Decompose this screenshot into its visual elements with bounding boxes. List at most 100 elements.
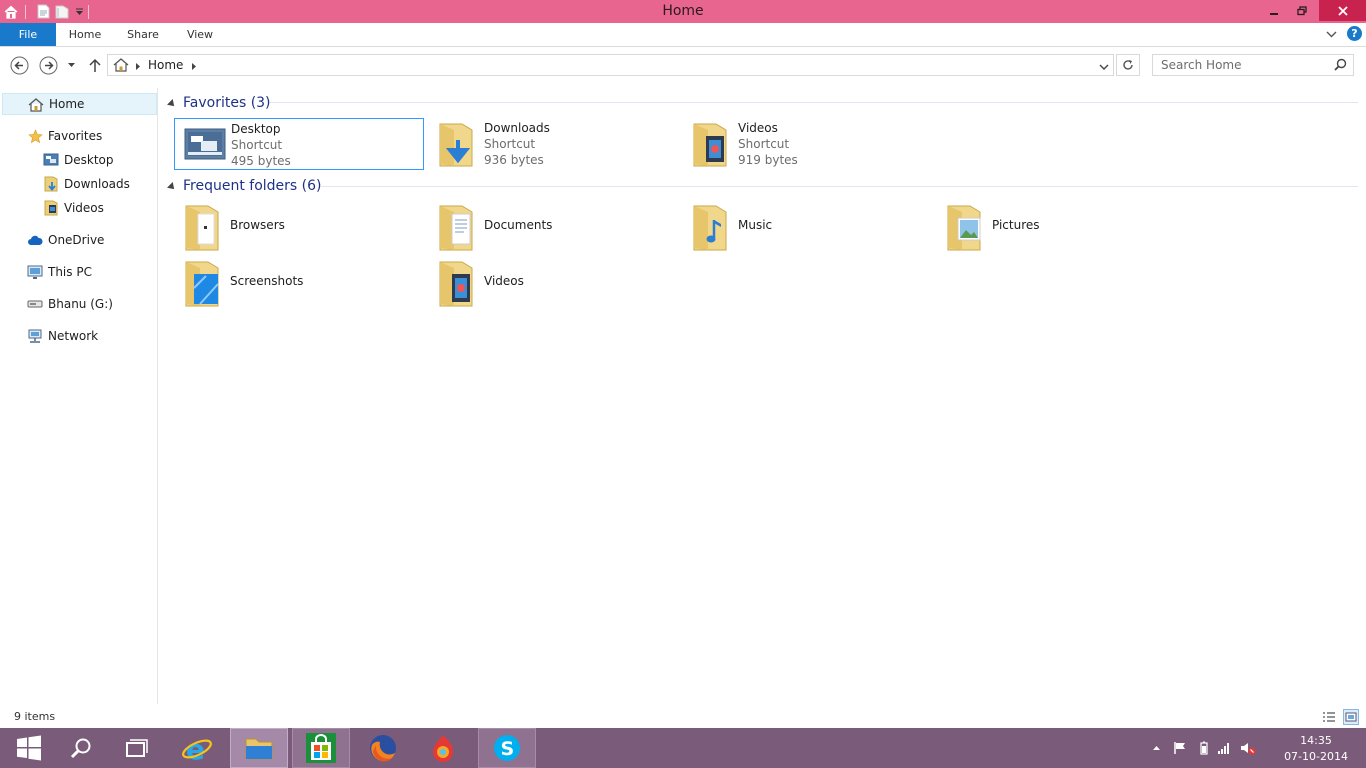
network-signal-icon[interactable] (1216, 740, 1232, 756)
frequent-folder-videos[interactable]: Videos (428, 256, 678, 308)
downloads-folder-icon (43, 176, 59, 192)
window-title: Home (662, 3, 704, 19)
system-tray: 14:35 07-10-2014 (1146, 728, 1366, 768)
item-name: Music (738, 218, 773, 232)
search-input[interactable] (1153, 55, 1331, 75)
nav-item-label: Videos (64, 201, 104, 215)
desktop-shortcut-icon (181, 121, 227, 169)
group-title: Frequent folders (6) (183, 178, 322, 194)
breadcrumb-chevron-icon[interactable] (135, 60, 141, 74)
tab-file[interactable]: File (0, 23, 56, 46)
forward-button[interactable] (38, 55, 58, 75)
favorite-item-downloads[interactable]: Downloads Shortcut 936 bytes (428, 118, 678, 170)
item-name: Pictures (992, 218, 1040, 232)
group-header-favorites[interactable]: Favorites (3) (167, 93, 271, 113)
status-bar: 9 items (0, 706, 1366, 728)
search-taskbar-button[interactable] (52, 728, 110, 768)
help-icon[interactable]: ? (1347, 26, 1362, 41)
downloads-folder-icon (434, 120, 480, 168)
item-type: Shortcut (738, 137, 790, 151)
nav-item-label: This PC (48, 265, 92, 279)
task-view-button[interactable] (108, 728, 166, 768)
svg-text:S: S (501, 738, 515, 760)
group-header-frequent-folders[interactable]: Frequent folders (6) (167, 176, 322, 196)
tab-share[interactable]: Share (118, 23, 168, 46)
item-name: Screenshots (230, 274, 304, 288)
nav-item-onedrive[interactable]: OneDrive (27, 229, 104, 251)
nav-item-label: OneDrive (48, 233, 105, 247)
show-hidden-icons-icon[interactable] (1148, 740, 1164, 756)
nav-item-videos[interactable]: Videos (43, 197, 104, 219)
ribbon-controls: ? (1326, 26, 1362, 41)
computer-icon (27, 264, 43, 280)
close-button[interactable] (1319, 0, 1366, 21)
clock[interactable]: 14:35 07-10-2014 (1284, 733, 1348, 765)
restore-button[interactable] (1288, 0, 1316, 21)
tab-home[interactable]: Home (62, 23, 108, 46)
large-icons-view-icon[interactable] (1343, 709, 1359, 725)
nav-item-home[interactable]: Home (2, 93, 157, 115)
battery-icon[interactable] (1196, 740, 1212, 756)
clock-time: 14:35 (1300, 734, 1332, 747)
nav-item-label: Favorites (48, 129, 103, 143)
volume-muted-icon[interactable] (1240, 740, 1256, 756)
search-box (1152, 54, 1354, 76)
file-explorer-taskbar-icon[interactable] (230, 728, 288, 768)
nav-item-desktop[interactable]: Desktop (43, 149, 114, 171)
group-divider (270, 102, 1358, 103)
nav-item-downloads[interactable]: Downloads (43, 173, 130, 195)
frequent-folder-screenshots[interactable]: Screenshots (174, 256, 424, 308)
start-button[interactable] (0, 728, 58, 768)
clock-date: 07-10-2014 (1284, 750, 1348, 763)
item-size: 495 bytes (231, 154, 291, 168)
up-button[interactable] (85, 55, 105, 75)
skype-taskbar-icon[interactable]: S (478, 728, 536, 768)
nav-item-network[interactable]: Network (27, 325, 98, 347)
item-name: Documents (484, 218, 553, 232)
nav-item-label: Home (49, 97, 85, 111)
collapse-group-icon[interactable] (167, 98, 177, 109)
store-taskbar-icon[interactable] (292, 728, 350, 768)
search-icon[interactable] (1334, 58, 1347, 74)
browser-taskbar-icon[interactable] (414, 728, 472, 768)
refresh-button[interactable] (1116, 54, 1140, 76)
expand-ribbon-icon[interactable] (1326, 27, 1337, 41)
address-bar[interactable]: Home (107, 54, 1114, 76)
item-name: Browsers (230, 218, 285, 232)
item-count: 9 items (14, 710, 56, 723)
firefox-taskbar-icon[interactable] (354, 728, 412, 768)
collapse-group-icon[interactable] (167, 181, 177, 192)
videos-folder-icon (434, 258, 480, 308)
home-icon (112, 57, 130, 76)
internet-explorer-taskbar-icon[interactable]: e (168, 728, 226, 768)
window-controls (1260, 0, 1366, 21)
recent-locations-button[interactable] (63, 55, 79, 75)
details-view-icon[interactable] (1321, 709, 1337, 725)
frequent-folder-documents[interactable]: Documents (428, 200, 678, 252)
nav-item-favorites[interactable]: Favorites (27, 125, 102, 147)
back-button[interactable] (9, 55, 29, 75)
favorite-item-videos[interactable]: Videos Shortcut 919 bytes (682, 118, 932, 170)
address-history-dropdown-icon[interactable] (1099, 60, 1109, 74)
breadcrumb-chevron-icon[interactable] (191, 60, 197, 74)
action-center-flag-icon[interactable] (1172, 740, 1188, 756)
item-name: Videos (738, 121, 778, 135)
item-name: Downloads (484, 121, 550, 135)
nav-item-this-pc[interactable]: This PC (27, 261, 92, 283)
item-size: 919 bytes (738, 153, 798, 167)
home-icon (28, 96, 44, 112)
videos-folder-icon (43, 200, 59, 216)
taskbar: e S 14:35 07-10-2014 (0, 728, 1366, 768)
item-type: Shortcut (484, 137, 536, 151)
minimize-button[interactable] (1260, 0, 1288, 21)
frequent-folder-browsers[interactable]: Browsers (174, 200, 424, 252)
nav-item-label: Bhanu (G:) (48, 297, 113, 311)
nav-item-drive-g[interactable]: Bhanu (G:) (27, 293, 113, 315)
frequent-folder-music[interactable]: Music (682, 200, 932, 252)
favorite-item-desktop[interactable]: Desktop Shortcut 495 bytes (174, 118, 424, 170)
frequent-folder-pictures[interactable]: Pictures (936, 200, 1186, 252)
ribbon: File Home Share View ? (0, 23, 1366, 47)
tab-view[interactable]: View (178, 23, 222, 46)
title-bar: Home (0, 0, 1366, 23)
breadcrumb-home[interactable]: Home (148, 58, 183, 72)
